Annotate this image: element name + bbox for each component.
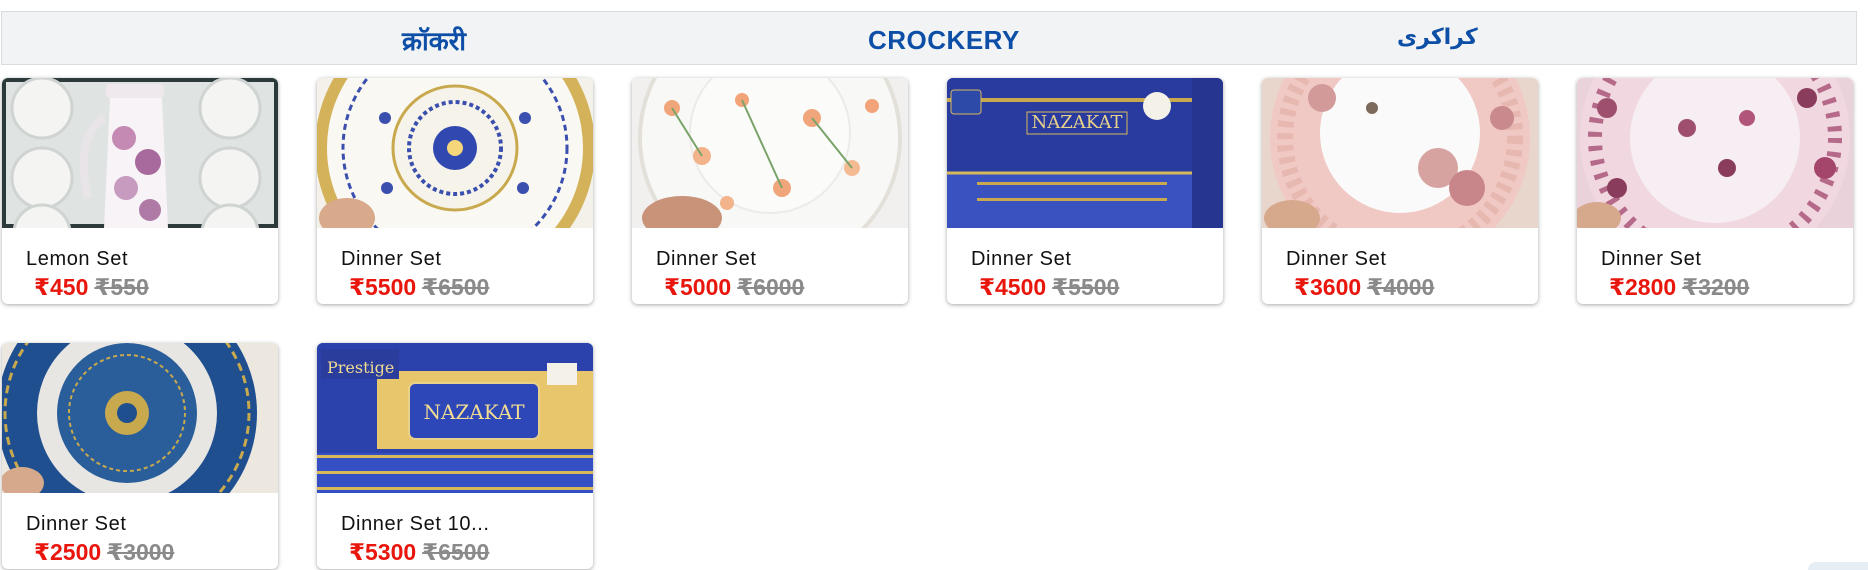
category-title-urdu: کراکری xyxy=(1397,25,1478,50)
product-card[interactable]: NAZAKAT Prestige Dinner Set 10... ₹5300 ₹… xyxy=(317,343,593,569)
product-mrp: ₹3000 xyxy=(107,539,175,565)
product-mrp: ₹6000 xyxy=(737,274,805,300)
product-price: ₹2500 xyxy=(34,539,102,565)
product-name: Dinner Set xyxy=(971,248,1072,270)
product-card[interactable]: Dinner Set ₹3600 ₹4000 xyxy=(1262,78,1538,304)
scroll-to-top-button[interactable] xyxy=(1808,562,1868,570)
product-mrp: ₹550 xyxy=(94,274,149,300)
svg-text:NAZAKAT: NAZAKAT xyxy=(423,400,525,424)
product-prices: ₹5500 ₹6500 xyxy=(349,274,489,301)
product-price: ₹4500 xyxy=(979,274,1047,300)
product-prices: ₹2800 ₹3200 xyxy=(1609,274,1749,301)
blue-gold-plate-image xyxy=(2,343,278,493)
product-name: Dinner Set xyxy=(1286,248,1387,270)
rose-pink-plate-image xyxy=(1262,78,1538,228)
teapot-cups-set-image xyxy=(2,78,278,228)
product-card[interactable]: NAZAKAT Dinner Set ₹4500 ₹5500 xyxy=(947,78,1223,304)
product-card[interactable]: Lemon Set ₹450 ₹550 xyxy=(2,78,278,304)
product-card[interactable]: Dinner Set ₹5500 ₹6500 xyxy=(317,78,593,304)
product-prices: ₹5300 ₹6500 xyxy=(349,539,489,566)
floral-plate-image xyxy=(632,78,908,228)
product-card[interactable]: Dinner Set ₹5000 ₹6000 xyxy=(632,78,908,304)
product-card[interactable]: Dinner Set ₹2800 ₹3200 xyxy=(1577,78,1853,304)
product-card[interactable]: Dinner Set ₹2500 ₹3000 xyxy=(2,343,278,569)
nazakat-box-image: NAZAKAT xyxy=(947,78,1223,228)
product-mrp: ₹6500 xyxy=(422,539,490,565)
pink-lattice-plate-image xyxy=(1577,78,1853,228)
svg-text:NAZAKAT: NAZAKAT xyxy=(1032,112,1123,133)
product-price: ₹5000 xyxy=(664,274,732,300)
product-mrp: ₹5500 xyxy=(1052,274,1120,300)
product-name: Dinner Set xyxy=(1601,248,1702,270)
category-header: क्रॉकरी CROCKERY کراکری xyxy=(1,11,1857,65)
prestige-nazakat-box-image: NAZAKAT Prestige xyxy=(317,343,593,493)
product-price: ₹2800 xyxy=(1609,274,1677,300)
product-name: Lemon Set xyxy=(26,248,129,270)
product-prices: ₹3600 ₹4000 xyxy=(1294,274,1434,301)
category-title-hindi: क्रॉकरी xyxy=(402,27,467,57)
product-name: Dinner Set xyxy=(341,248,442,270)
product-name: Dinner Set xyxy=(656,248,757,270)
product-name: Dinner Set 10... xyxy=(341,513,490,535)
svg-text:Prestige: Prestige xyxy=(327,358,394,377)
product-price: ₹3600 xyxy=(1294,274,1362,300)
product-mrp: ₹4000 xyxy=(1367,274,1435,300)
category-title-english: CROCKERY xyxy=(868,25,1020,55)
product-mrp: ₹3200 xyxy=(1682,274,1750,300)
product-price: ₹450 xyxy=(34,274,89,300)
product-price: ₹5500 xyxy=(349,274,417,300)
product-prices: ₹5000 ₹6000 xyxy=(664,274,804,301)
product-mrp: ₹6500 xyxy=(422,274,490,300)
product-price: ₹5300 xyxy=(349,539,417,565)
product-prices: ₹4500 ₹5500 xyxy=(979,274,1119,301)
product-name: Dinner Set xyxy=(26,513,127,535)
blue-mandala-plate-image xyxy=(317,78,593,228)
product-prices: ₹450 ₹550 xyxy=(34,274,149,301)
product-prices: ₹2500 ₹3000 xyxy=(34,539,174,566)
